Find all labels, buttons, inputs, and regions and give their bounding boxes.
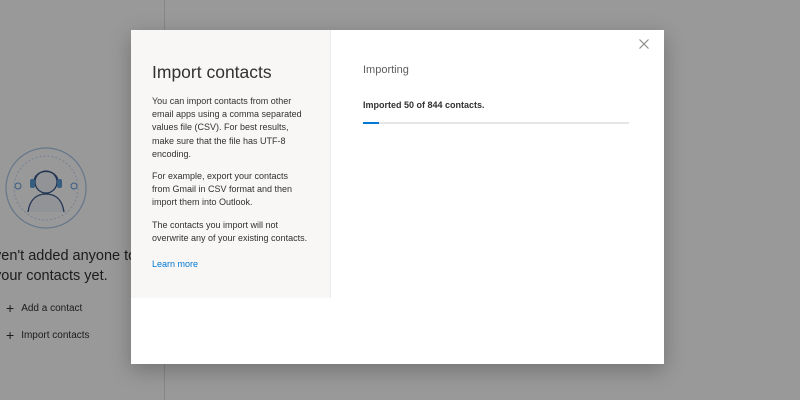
- dialog-title: Import contacts: [152, 62, 272, 82]
- dialog-info-pane: Import contacts You can import contacts …: [131, 30, 331, 298]
- description-paragraph: The contacts you import will not overwri…: [152, 219, 308, 243]
- import-contacts-dialog: Import contacts You can import contacts …: [131, 30, 664, 364]
- description-paragraph: You can import contacts from other email…: [152, 96, 302, 159]
- import-status-pane: Importing Imported 50 of 844 contacts.: [363, 64, 631, 124]
- close-icon[interactable]: [638, 38, 650, 50]
- progress-text: Imported 50 of 844 contacts.: [363, 100, 485, 110]
- progress-bar: [363, 122, 629, 124]
- progress-bar-fill: [363, 122, 379, 124]
- description-paragraph: For example, export your contacts from G…: [152, 171, 293, 208]
- status-title: Importing: [363, 64, 409, 76]
- learn-more-link[interactable]: Learn more: [152, 259, 198, 269]
